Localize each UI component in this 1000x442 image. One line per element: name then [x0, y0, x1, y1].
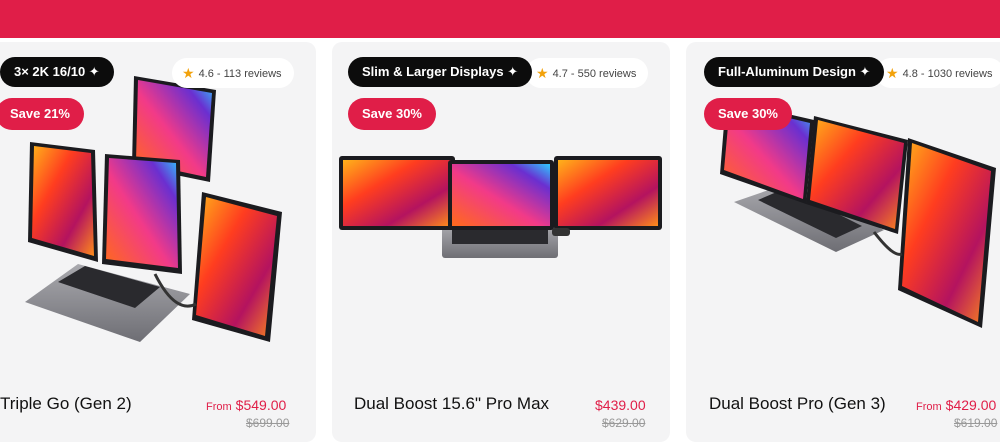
- product-name[interactable]: Triple Go (Gen 2): [0, 394, 132, 414]
- price-value: $429.00: [945, 397, 997, 413]
- discount-badge: Save 30%: [348, 98, 436, 130]
- product-card[interactable]: Full-Aluminum Design ✦ ★ 4.8 - 1030 revie…: [686, 42, 1000, 442]
- discount-badge: Save 30%: [704, 98, 792, 130]
- feature-tag: Slim & Larger Displays ✦: [348, 57, 533, 87]
- discount-badge: Save 21%: [0, 98, 84, 130]
- product-card[interactable]: 3× 2K 16/10 ✦ ★ 4.6 - 113 reviews Save 21…: [0, 42, 316, 442]
- star-icon: ★: [182, 65, 195, 81]
- star-icon: ★: [536, 65, 549, 81]
- rating-pill: ★ 4.6 - 113 reviews: [172, 58, 294, 88]
- star-icon: ★: [886, 65, 899, 81]
- product-price: From $549.00: [206, 397, 286, 413]
- product-image: [25, 76, 282, 342]
- rating-text: 4.6 - 113 reviews: [198, 68, 282, 80]
- original-price: $699.00: [246, 416, 290, 430]
- product-price: $439.00: [591, 397, 646, 413]
- product-price: From $429.00: [916, 397, 996, 413]
- rating-pill: ★ 4.8 - 1030 reviews: [876, 58, 1000, 88]
- price-value: $439.00: [595, 397, 646, 413]
- rating-text: 4.8 - 1030 reviews: [902, 68, 993, 80]
- product-image: [339, 156, 662, 258]
- promo-bar: [0, 0, 1000, 38]
- rating-pill: ★ 4.7 - 550 reviews: [526, 58, 649, 88]
- product-image: [720, 100, 996, 328]
- original-price: $629.00: [602, 416, 646, 430]
- product-card[interactable]: Slim & Larger Displays ✦ ★ 4.7 - 550 revi…: [332, 42, 670, 442]
- price-prefix: From: [206, 401, 232, 413]
- feature-tag: Full-Aluminum Design ✦: [704, 57, 885, 87]
- original-price: $619.00: [954, 416, 998, 430]
- rating-text: 4.7 - 550 reviews: [552, 68, 637, 80]
- product-name[interactable]: Dual Boost 15.6" Pro Max: [354, 394, 549, 414]
- feature-tag: 3× 2K 16/10 ✦: [0, 57, 114, 87]
- product-name[interactable]: Dual Boost Pro (Gen 3): [709, 394, 886, 414]
- price-prefix: From: [916, 401, 942, 413]
- price-value: $549.00: [235, 397, 287, 413]
